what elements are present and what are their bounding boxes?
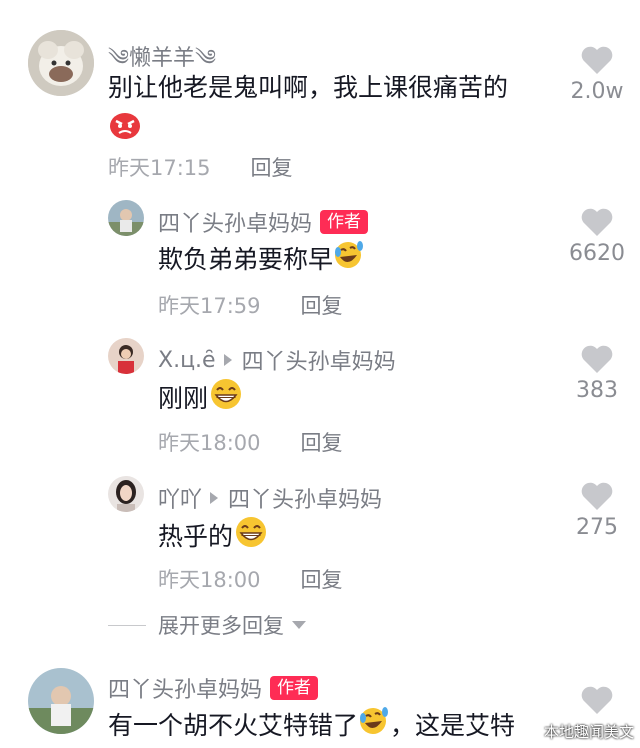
like-count: 2.0w — [570, 79, 624, 104]
like-count: 383 — [576, 378, 618, 403]
reply-author-name[interactable]: 吖吖 — [158, 482, 202, 514]
reply-time: 昨天18:00 — [158, 431, 261, 455]
expand-more-label[interactable]: 展开更多回复 — [158, 610, 284, 640]
reply-text: 刚刚 — [158, 378, 244, 422]
like-button[interactable]: 2.0w — [562, 45, 632, 104]
avatar[interactable] — [108, 338, 144, 374]
chevron-down-icon — [292, 621, 306, 629]
watermark: 本地趣闻美文 — [543, 723, 634, 741]
comment-text-continuation: ，这是艾特 — [390, 711, 516, 740]
expand-more-replies[interactable]: 展开更多回复 — [108, 610, 306, 640]
heart-icon — [581, 686, 613, 714]
angry-face-icon — [108, 110, 142, 144]
heart-icon — [581, 482, 613, 510]
reply-button[interactable]: 回复 — [251, 152, 293, 182]
like-count: 6620 — [569, 241, 625, 266]
grinning-face-icon — [233, 516, 269, 560]
like-button[interactable]: 275 — [562, 481, 632, 540]
avatar[interactable] — [108, 200, 144, 236]
reply-to-name[interactable]: 四丫头孙卓妈妈 — [242, 344, 396, 376]
comment-text: 别让他老是鬼叫啊，我上课很痛苦的 — [108, 68, 508, 108]
reply-time: 昨天17:59 — [158, 294, 261, 318]
heart-icon — [581, 46, 613, 74]
reply-time: 昨天18:00 — [158, 568, 261, 592]
like-button[interactable] — [562, 685, 632, 715]
grinning-face-icon — [208, 378, 244, 422]
avatar[interactable] — [108, 476, 144, 512]
comment-author-name[interactable]: 四丫头孙卓妈妈 — [108, 672, 262, 704]
reply-text-content: 热乎的 — [158, 522, 234, 551]
reply-arrow-icon — [210, 492, 219, 504]
reply-button[interactable]: 回复 — [301, 427, 343, 457]
reply-text-content: 欺负弟弟要称早 — [158, 245, 334, 274]
heart-icon — [581, 345, 613, 373]
like-button[interactable]: 6620 — [562, 207, 632, 266]
heart-icon — [581, 208, 613, 236]
reply-to-name[interactable]: 四丫头孙卓妈妈 — [228, 482, 382, 514]
avatar[interactable] — [28, 30, 94, 96]
comment-text-content: 有一个胡不火艾特错了 — [108, 711, 359, 740]
comment-text: 有一个胡不火艾特错了 ，这是艾特 — [108, 706, 515, 748]
reply-text: 欺负弟弟要称早 — [158, 240, 365, 282]
comment-time: 昨天17:15 — [108, 156, 211, 180]
author-badge: 作者 — [320, 210, 369, 234]
reply-arrow-icon — [223, 354, 232, 366]
reply-button[interactable]: 回复 — [301, 564, 343, 594]
reply-text-content: 刚刚 — [158, 384, 209, 413]
divider — [108, 624, 146, 626]
avatar[interactable] — [28, 668, 94, 734]
rolling-laugh-face-icon — [333, 240, 365, 282]
like-count: 275 — [576, 515, 618, 540]
reply-button[interactable]: 回复 — [301, 290, 343, 320]
reply-text: 热乎的 — [158, 516, 269, 560]
like-button[interactable]: 383 — [562, 344, 632, 403]
author-badge: 作者 — [270, 676, 319, 700]
reply-author-name[interactable]: X.ц.ȇ — [158, 348, 216, 373]
rolling-laugh-face-icon — [358, 706, 390, 748]
comment-text-content: 别让他老是鬼叫啊，我上课很痛苦的 — [108, 73, 509, 102]
reply-author-name[interactable]: 四丫头孙卓妈妈 — [158, 206, 312, 238]
